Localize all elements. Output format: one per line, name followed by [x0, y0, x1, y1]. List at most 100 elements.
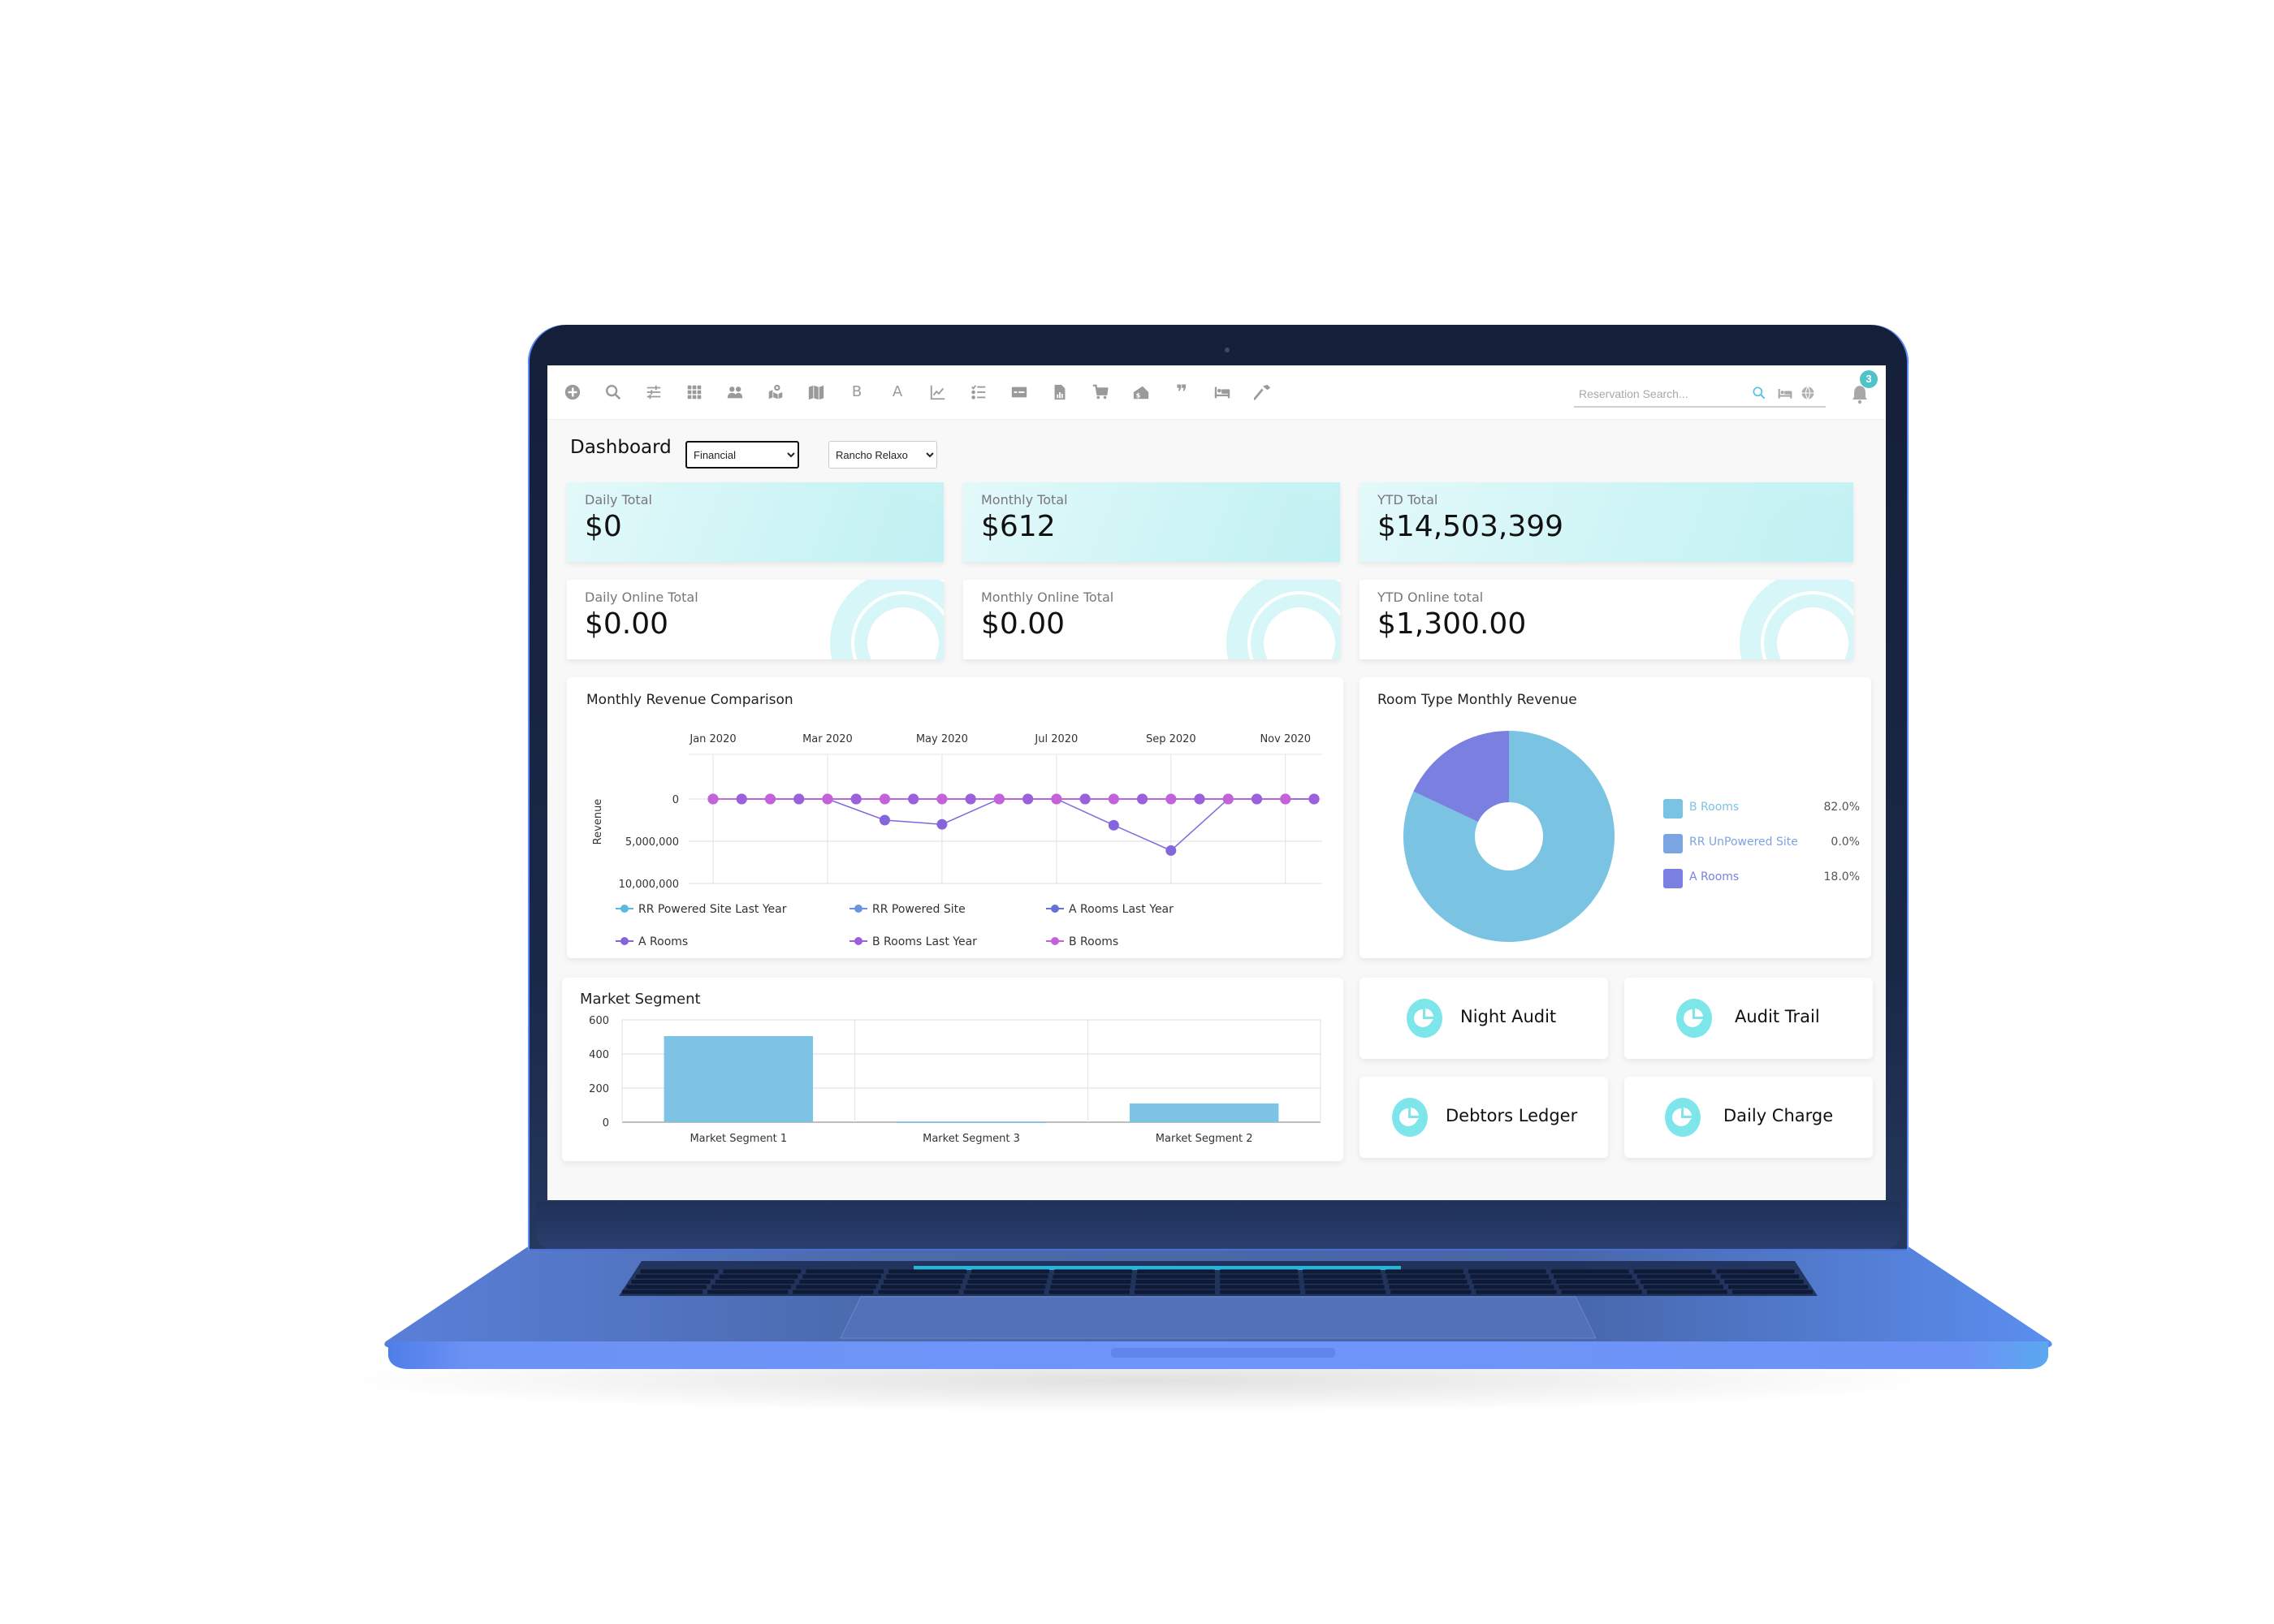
x-tick-label: Market Segment 2: [1156, 1133, 1253, 1145]
data-point: [1108, 793, 1119, 805]
key: [640, 1269, 719, 1274]
key: [635, 1274, 715, 1279]
data-point: [1252, 793, 1263, 805]
key: [1303, 1280, 1384, 1284]
data-point: [1108, 819, 1119, 831]
bed-icon[interactable]: [1777, 385, 1795, 403]
stat-label: Daily Online Total: [585, 590, 698, 605]
bed-icon[interactable]: [1212, 382, 1233, 403]
font-a-icon[interactable]: A: [887, 382, 908, 403]
legend-marker: [620, 937, 629, 945]
key: [1476, 1289, 1557, 1294]
stat-value: $0.00: [585, 607, 669, 641]
cart-icon[interactable]: [1090, 382, 1111, 403]
legend-label: A Rooms: [638, 935, 688, 948]
key: [1135, 1280, 1215, 1284]
notification-badge[interactable]: 3: [1860, 370, 1878, 388]
map-icon[interactable]: [806, 382, 827, 403]
line-chart-icon[interactable]: [927, 382, 949, 403]
daily-charge-button[interactable]: Daily Charge: [1624, 1077, 1873, 1158]
reservation-search: [1574, 382, 1826, 408]
key: [1220, 1274, 1299, 1279]
key: [1303, 1274, 1382, 1279]
key: [1646, 1289, 1727, 1294]
legend-label: RR UnPowered Site: [1689, 836, 1798, 849]
x-tick-label: Sep 2020: [1146, 733, 1196, 745]
checklist-icon[interactable]: [968, 382, 989, 403]
key: [1302, 1269, 1381, 1274]
dashboard-type-select[interactable]: Financial: [685, 441, 799, 469]
legend-label: A Rooms: [1689, 870, 1740, 883]
audit-trail-button[interactable]: Audit Trail: [1624, 978, 1873, 1059]
key: [723, 1269, 802, 1274]
legend-marker: [854, 905, 862, 913]
data-point: [850, 793, 862, 805]
key: [1390, 1289, 1472, 1294]
data-point: [1194, 793, 1205, 805]
card-decoration: [830, 482, 944, 562]
room-type-pie-chart: [1403, 731, 1615, 942]
sliders-icon[interactable]: [643, 382, 664, 403]
grid-icon[interactable]: [684, 382, 705, 403]
stat-value: $0: [585, 510, 622, 543]
key: [799, 1280, 879, 1284]
key: [1389, 1285, 1470, 1289]
data-point: [908, 793, 919, 805]
key: [1050, 1285, 1131, 1289]
bar: [664, 1035, 814, 1122]
key: [1474, 1285, 1554, 1289]
legend-label: A Rooms Last Year: [1069, 903, 1174, 916]
y-tick-label: 600: [589, 1015, 609, 1027]
property-select[interactable]: Rancho Relaxo: [828, 441, 937, 469]
search-icon[interactable]: [1751, 385, 1769, 403]
reservation-search-input[interactable]: [1577, 383, 1743, 404]
key: [1553, 1274, 1632, 1279]
data-point: [936, 818, 948, 830]
stat-card-daily-online-total: Daily Online Total $0.00: [567, 580, 944, 659]
key: [1136, 1274, 1215, 1279]
page-title: Dashboard: [570, 437, 672, 458]
report-file-icon[interactable]: [1049, 382, 1070, 403]
key: [1305, 1289, 1386, 1294]
data-point: [1222, 793, 1234, 805]
market-segment-card: Market Segment 0 200 400 600 Market Segment …: [562, 978, 1343, 1161]
bold-b-icon[interactable]: B: [846, 382, 867, 403]
stat-label: Monthly Total: [981, 492, 1068, 508]
invoice-icon[interactable]: $: [1131, 382, 1152, 403]
key: [1556, 1280, 1636, 1284]
map-pin-icon[interactable]: [765, 382, 786, 403]
x-tick-label: Jul 2020: [1034, 733, 1078, 745]
quote-icon[interactable]: ❞: [1171, 382, 1192, 403]
key: [1720, 1274, 1800, 1279]
key: [1550, 1269, 1629, 1274]
pie-chart-icon: [1392, 1098, 1428, 1137]
key: [965, 1285, 1046, 1289]
top-toolbar: B A $ ❞ Reservation Search... 3: [547, 365, 1886, 420]
legend-label: RR Powered Site: [872, 903, 966, 916]
payment-card-icon[interactable]: [1009, 382, 1030, 403]
add-circle-icon[interactable]: [562, 382, 583, 403]
y-tick-label: 10,000,000: [619, 879, 679, 891]
key: [1220, 1280, 1299, 1284]
legend-percent: 82.0%: [1823, 801, 1860, 814]
search-icon[interactable]: [603, 382, 624, 403]
quick-action-label: Audit Trail: [1735, 1007, 1820, 1026]
pie-chart-icon: [1407, 999, 1442, 1038]
debtors-ledger-button[interactable]: Debtors Ledger: [1360, 1077, 1608, 1158]
donut-hole: [1475, 802, 1543, 870]
legend-percent: 18.0%: [1823, 870, 1860, 883]
legend-marker: [1051, 905, 1059, 913]
key: [1559, 1285, 1639, 1289]
globe-icon[interactable]: [1800, 385, 1818, 403]
data-point: [1137, 793, 1148, 805]
legend-swatch: [1663, 799, 1683, 818]
stat-card-ytd-online-total: YTD Online total $1,300.00: [1360, 580, 1853, 659]
data-point: [1165, 844, 1177, 856]
hammer-icon[interactable]: [1252, 382, 1273, 403]
night-audit-button[interactable]: Night Audit: [1360, 978, 1608, 1059]
users-icon[interactable]: [724, 382, 746, 403]
data-point: [879, 814, 890, 826]
data-point: [879, 793, 890, 805]
key: [883, 1280, 963, 1284]
monthly-revenue-chart: Revenue 0 5,000,000 10,000,000 Jan 2020 Mar …: [592, 733, 1322, 948]
